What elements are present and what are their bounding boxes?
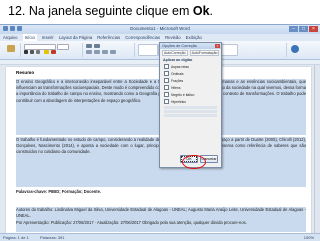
paste-icon[interactable] <box>7 45 15 52</box>
italic-icon[interactable] <box>30 50 34 54</box>
ok-highlight-circle <box>182 155 206 169</box>
checkbox[interactable] <box>164 71 169 76</box>
dialog-option-label: Hiperlinks <box>171 99 186 104</box>
dialog-option[interactable]: Negrito e itálico <box>160 91 221 98</box>
style-normal[interactable] <box>138 44 158 56</box>
dialog-tab-autoformat[interactable]: AutoFormatação <box>189 50 220 56</box>
align-right-icon[interactable] <box>102 50 108 54</box>
document-authors: Autores do trabalho: Lindinalva Miguel d… <box>16 207 306 220</box>
underline-icon[interactable] <box>36 50 40 54</box>
font-group <box>22 43 83 57</box>
dialog-option[interactable]: Aspas retas <box>160 63 221 70</box>
document-keywords: Palavras-chave: PIBID; Formação; Docente… <box>16 189 102 194</box>
bullets-icon[interactable] <box>86 44 92 48</box>
document-footnote: Por Apresentação: Publicação: 27/06/2017… <box>16 220 306 232</box>
dialog-option-label: Hifens <box>171 85 181 90</box>
dialog-option[interactable]: Hiperlinks <box>160 98 221 105</box>
clipboard-group <box>2 43 21 57</box>
numbering-icon[interactable] <box>94 44 100 48</box>
justify-icon[interactable] <box>110 50 116 54</box>
heading-suffix: . <box>209 4 214 18</box>
align-left-icon[interactable] <box>86 50 92 54</box>
tab-mailings[interactable]: Correspondências <box>125 34 160 41</box>
vertical-scrollbar[interactable] <box>314 65 320 233</box>
checkbox[interactable] <box>164 64 169 69</box>
dialog-tab-autocorrect[interactable]: AutoCorreção <box>162 50 188 56</box>
status-page: Página: 1 de 1 <box>3 235 29 240</box>
slide-heading: 12. Na janela seguinte clique em Ok. <box>8 4 213 24</box>
dialog-separator <box>164 114 217 117</box>
find-icon[interactable] <box>291 45 299 53</box>
dialog-option[interactable]: Frações <box>160 77 221 84</box>
dialog-close-icon[interactable]: × <box>215 44 220 48</box>
font-color-icon[interactable] <box>51 50 56 54</box>
maximize-button[interactable]: □ <box>299 26 308 32</box>
tab-review[interactable]: Revisão <box>165 34 181 41</box>
autocorrect-dialog: Opções de Correção × AutoCorreção AutoFo… <box>159 42 222 168</box>
tab-home[interactable]: Início <box>22 34 37 41</box>
dialog-separator <box>164 106 217 109</box>
close-button[interactable]: × <box>309 26 318 32</box>
checkbox[interactable] <box>164 78 169 83</box>
window-controls: – □ × <box>289 26 318 32</box>
heading-bold: Ok <box>192 4 210 18</box>
status-words: Palavras: 391 <box>40 235 65 240</box>
highlight-icon[interactable] <box>44 50 49 54</box>
align-center-icon[interactable] <box>94 50 100 54</box>
dialog-tabs: AutoCorreção AutoFormatação <box>160 49 221 57</box>
paragraph-group <box>84 43 135 57</box>
status-zoom[interactable]: 100% <box>304 235 314 240</box>
dialog-option-label: Frações <box>171 78 184 83</box>
editing-group <box>288 43 316 57</box>
title-bar: Documento1 - Microsoft Word – □ × <box>0 25 320 34</box>
document-title: Resumo <box>16 70 35 75</box>
minimize-button[interactable]: – <box>289 26 298 32</box>
dialog-option[interactable]: Hifens <box>160 84 221 91</box>
dialog-option-label: Ordinais <box>171 71 184 76</box>
window-title: Documento1 - Microsoft Word <box>130 26 190 31</box>
dialog-option-label: Negrito e itálico <box>171 92 195 97</box>
tab-insert[interactable]: Inserir <box>42 34 54 41</box>
ribbon-tabs: Arquivo Início Inserir Layout da Página … <box>0 34 320 41</box>
checkbox[interactable] <box>164 92 169 97</box>
font-size-box[interactable] <box>57 44 69 50</box>
dialog-option[interactable]: Ordinais <box>160 70 221 77</box>
dialog-separator <box>164 110 217 113</box>
tab-references[interactable]: Referências <box>97 34 120 41</box>
tab-view[interactable]: Exibição <box>186 34 202 41</box>
dialog-option-label: Aspas retas <box>171 64 189 69</box>
heading-prefix: 12. Na janela seguinte clique em <box>8 4 193 18</box>
checkbox[interactable] <box>164 99 169 104</box>
bold-icon[interactable] <box>24 50 28 54</box>
tab-layout[interactable]: Layout da Página <box>59 34 92 41</box>
checkbox[interactable] <box>164 85 169 90</box>
tab-file[interactable]: Arquivo <box>3 34 18 41</box>
